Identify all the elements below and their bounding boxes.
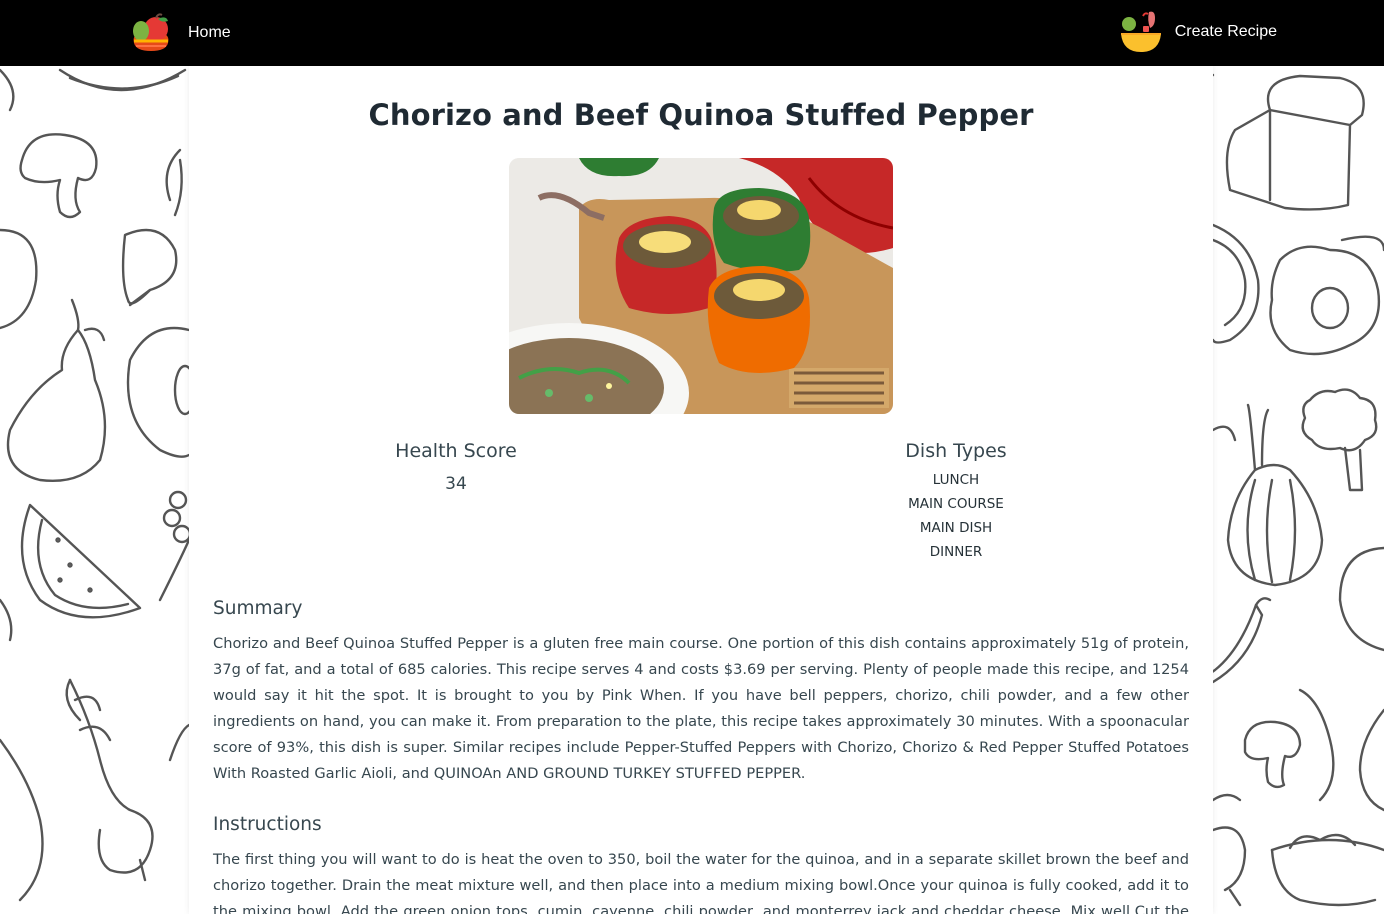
instructions-heading: Instructions: [213, 814, 322, 835]
nav-create-recipe-link[interactable]: Create Recipe: [1175, 23, 1277, 41]
nav-home-link[interactable]: Home: [188, 24, 231, 42]
fruit-basket-icon[interactable]: [128, 13, 174, 53]
dish-types-list: LUNCH MAIN COURSE MAIN DISH DINNER: [806, 468, 1106, 564]
instructions-text: The first thing you will want to do is h…: [213, 851, 1189, 914]
health-score-section: Health Score 34: [306, 440, 606, 494]
summary-text: Chorizo and Beef Quinoa Stuffed Pepper i…: [213, 635, 1189, 782]
summary-heading: Summary: [213, 598, 303, 619]
recipe-title: Chorizo and Beef Quinoa Stuffed Pepper: [368, 98, 1034, 132]
dish-types-label: Dish Types: [905, 440, 1007, 462]
top-navbar: Home Create Recipe: [0, 0, 1384, 66]
dish-types-section: Dish Types LUNCH MAIN COURSE MAIN DISH D…: [806, 440, 1106, 564]
nav-home-group[interactable]: Home: [128, 12, 231, 54]
dish-type-item: MAIN COURSE: [908, 496, 1004, 512]
dish-type-item: MAIN DISH: [919, 520, 993, 536]
stuffed-peppers-photo: [509, 158, 893, 414]
recipe-image: [509, 158, 893, 414]
salad-bowl-icon[interactable]: [1119, 8, 1163, 56]
dish-type-item: DINNER: [929, 544, 983, 560]
health-score-value: 34: [445, 474, 467, 494]
recipe-detail-card: Chorizo and Beef Quinoa Stuffed Pepper H…: [189, 66, 1213, 914]
health-score-label: Health Score: [395, 440, 517, 462]
dish-type-item: LUNCH: [932, 472, 980, 488]
nav-create-group[interactable]: Create Recipe: [1119, 9, 1277, 55]
